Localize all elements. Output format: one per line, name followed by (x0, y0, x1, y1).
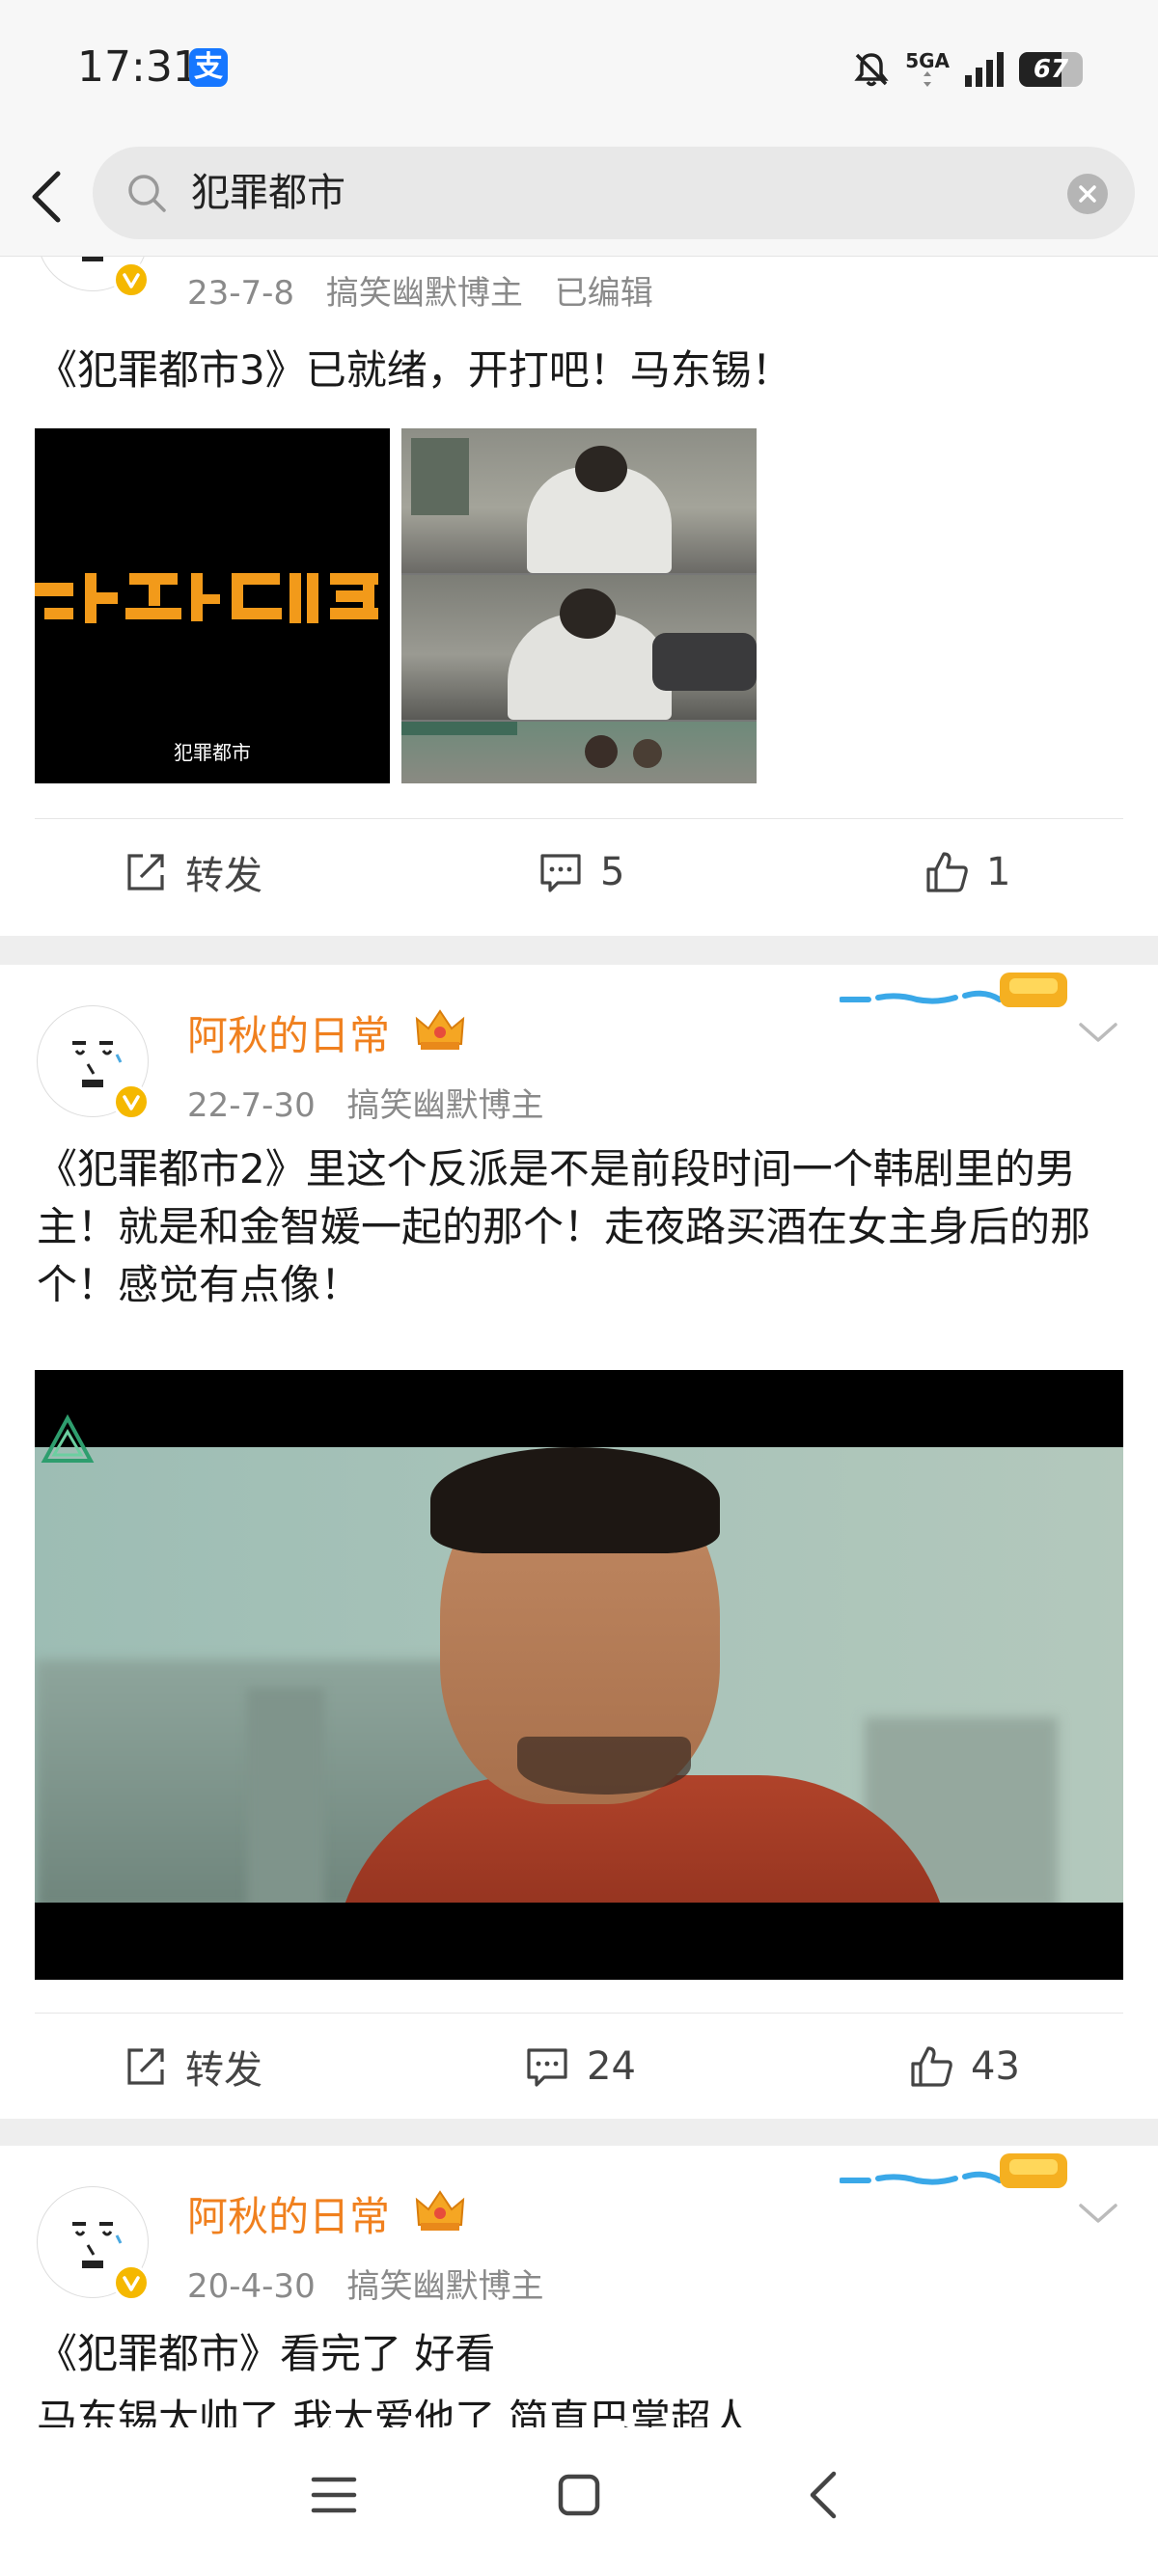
vip-badge-icon (113, 1083, 150, 1120)
signal-icon (965, 52, 1004, 87)
search-header (0, 137, 1158, 257)
post-meta: 23-7-8 搞笑幽默博主 已编辑 (187, 266, 675, 314)
post-actions: 转发 5 1 (0, 819, 1158, 925)
avatar[interactable] (37, 2186, 150, 2301)
blogger-tag: 搞笑幽默博主 (346, 1086, 544, 1125)
card-decoration-icon (840, 2153, 1067, 2188)
post-image-poster[interactable]: 犯罪都市 (35, 428, 390, 783)
chevron-down-icon[interactable] (1075, 2200, 1121, 2229)
menu-button[interactable] (286, 2456, 382, 2534)
battery-icon: 67 (1019, 52, 1083, 87)
clear-icon (1079, 185, 1096, 203)
post-card[interactable]: 阿秋的日常 22-7-30 搞笑幽默博主 《犯罪都市2》里这个反派是不是前段时间… (0, 965, 1158, 2148)
poster-title-art (35, 573, 378, 623)
system-back-button[interactable] (776, 2456, 872, 2534)
post-meta: 20-4-30 搞笑幽默博主 (187, 2260, 565, 2307)
home-icon (558, 2474, 600, 2516)
blogger-tag: 搞笑幽默博主 (346, 2267, 544, 2306)
post-meta: 22-7-30 搞笑幽默博主 (187, 1079, 565, 1126)
comment-button[interactable]: 24 (523, 2014, 636, 2120)
repost-label: 转发 (185, 854, 262, 898)
still-frame (401, 722, 757, 783)
status-indicators: 5GA 67 (851, 42, 1083, 96)
thumbs-up-icon (911, 2046, 952, 2087)
username[interactable]: 阿秋的日常 (187, 2184, 390, 2243)
still-frame (401, 428, 757, 573)
repost-button[interactable]: 转发 (122, 2014, 262, 2120)
alipay-icon: 支 (189, 48, 228, 87)
feed: 23-7-8 搞笑幽默博主 已编辑 《犯罪都市3》已就绪，开打吧！马东锡！ 犯罪… (0, 257, 1158, 2427)
clear-button[interactable] (1067, 174, 1108, 214)
comment-count: 24 (587, 2044, 636, 2089)
like-count: 43 (971, 2044, 1020, 2089)
back-button[interactable] (21, 166, 75, 228)
post-image-collage[interactable] (401, 428, 757, 783)
home-button[interactable] (531, 2456, 627, 2534)
repost-icon (127, 2048, 164, 2085)
chevron-left-icon (32, 171, 61, 223)
vip-badge-icon (113, 261, 150, 298)
still-frame (401, 575, 757, 720)
post-video-still[interactable] (35, 1370, 1123, 1980)
edited-label: 已编辑 (554, 274, 653, 313)
like-count: 1 (986, 850, 1011, 894)
battery-level: 67 (1033, 55, 1069, 84)
post-card[interactable]: 阿秋的日常 20-4-30 搞笑幽默博主 《犯罪都市》看完了 好看 马东锡太帅了… (0, 2146, 1158, 2427)
post-date: 20-4-30 (187, 2267, 316, 2306)
post-date: 22-7-30 (187, 1086, 316, 1125)
comment-button[interactable]: 5 (537, 819, 624, 925)
card-decoration-icon (840, 973, 1067, 1007)
data-arrows-icon (924, 71, 932, 87)
like-button[interactable]: 43 (907, 2014, 1020, 2120)
username[interactable]: 阿秋的日常 (187, 1003, 390, 1062)
bell-mute-icon (854, 53, 889, 87)
post-date: 23-7-8 (187, 274, 295, 313)
status-time: 17:31 (77, 42, 200, 92)
search-input[interactable] (191, 147, 982, 239)
repost-icon (127, 854, 164, 891)
crown-icon (415, 2190, 465, 2231)
repost-label: 转发 (185, 2048, 262, 2093)
like-button[interactable]: 1 (923, 819, 1010, 925)
watermark-logo-icon (41, 1413, 95, 1463)
blogger-tag: 搞笑幽默博主 (325, 274, 523, 313)
avatar[interactable] (37, 257, 150, 298)
network-type: 5GA (905, 49, 950, 72)
post-text-line: 马东锡太帅了 我太爱他了 简直巴掌超人 (37, 2396, 752, 2427)
post-actions: 转发 24 43 (0, 2014, 1158, 2120)
comment-icon (540, 854, 581, 892)
system-nav-bar (0, 2427, 1158, 2576)
post-separator (0, 936, 1158, 965)
thumbs-up-icon (926, 852, 968, 892)
status-bar: 17:31 支 5GA 67 (0, 0, 1158, 137)
search-box[interactable] (93, 147, 1135, 239)
back-icon (810, 2471, 837, 2519)
poster-caption: 犯罪都市 (174, 741, 251, 764)
search-icon (128, 175, 166, 212)
comment-count: 5 (600, 850, 625, 894)
menu-icon (311, 2477, 357, 2513)
video-frame (35, 1447, 1123, 1903)
post-separator (0, 2119, 1158, 2148)
post-text-line: 《犯罪都市》看完了 好看 (37, 2330, 496, 2377)
signal-block: 5GA (905, 51, 950, 88)
crown-icon (415, 1009, 465, 1050)
comment-icon (527, 2048, 567, 2087)
avatar[interactable] (37, 1005, 150, 1120)
post-text: 《犯罪都市2》里这个反派是不是前段时间一个韩剧里的男主！就是和金智媛一起的那个！… (37, 1145, 1091, 1308)
vip-badge-icon (113, 2264, 150, 2301)
repost-button[interactable]: 转发 (122, 819, 262, 925)
chevron-down-icon[interactable] (1075, 1019, 1121, 1048)
post-text: 《犯罪都市3》已就绪，开打吧！马东锡！ (37, 346, 792, 394)
